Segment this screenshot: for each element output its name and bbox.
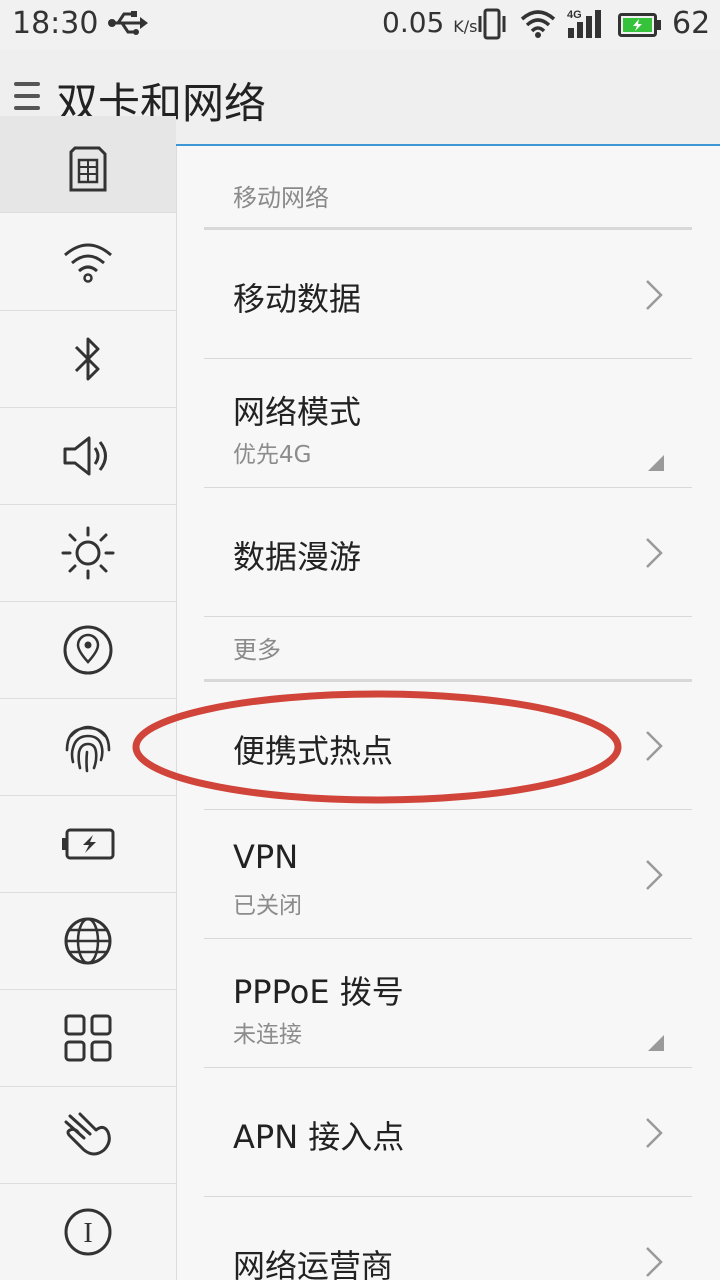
battery-icon (618, 13, 662, 41)
bluetooth-icon (74, 337, 100, 381)
setting-title: PPPoE 拨号 (233, 973, 404, 1011)
setting-subtitle: 已关闭 (233, 893, 302, 919)
sidebar-item-about[interactable]: I (0, 1184, 176, 1280)
menu-icon[interactable] (14, 80, 42, 116)
svg-text:4G: 4G (567, 9, 582, 21)
setting-title: 移动数据 (233, 280, 362, 318)
section-header-mobile-network: 移动网络 (204, 146, 692, 230)
sidebar-item-battery[interactable] (0, 796, 176, 893)
sidebar-item-fingerprint[interactable] (0, 699, 176, 796)
setting-subtitle: 未连接 (233, 1022, 302, 1048)
dropdown-corner-icon (648, 1035, 664, 1051)
sidebar-item-brightness[interactable] (0, 505, 176, 602)
setting-row-portable-hotspot[interactable]: 便携式热点 (204, 682, 692, 810)
sidebar-item-sound[interactable] (0, 408, 176, 505)
sidebar-item-bluetooth[interactable] (0, 311, 176, 408)
sidebar-item-location[interactable] (0, 602, 176, 699)
setting-row-vpn[interactable]: VPN 已关闭 (204, 810, 692, 939)
wifi-icon (64, 243, 112, 283)
setting-title: 网络模式 (233, 393, 362, 431)
signal-4g-icon: 4G (566, 6, 606, 44)
network-speed-unit: K/s (453, 17, 478, 36)
setting-row-pppoe[interactable]: PPPoE 拨号 未连接 (204, 939, 692, 1068)
settings-sidebar: I (0, 116, 177, 1280)
sidebar-item-language[interactable] (0, 893, 176, 990)
dropdown-corner-icon (648, 455, 664, 471)
status-time: 18:30 (12, 6, 99, 41)
setting-title: 数据漫游 (233, 538, 362, 576)
apps-icon (64, 1014, 112, 1062)
location-icon (63, 625, 113, 675)
battery-saver-icon (62, 828, 115, 860)
chevron-right-icon (646, 538, 663, 568)
sound-icon (63, 436, 107, 476)
setting-title: 便携式热点 (233, 732, 394, 770)
status-bar: 18:30 0.05 K/s 4G 62 (0, 0, 720, 50)
setting-row-apn[interactable]: APN 接入点 (204, 1068, 692, 1197)
about-icon: I (64, 1208, 112, 1256)
vibrate-icon (476, 8, 508, 44)
chevron-right-icon (646, 731, 663, 761)
setting-row-mobile-data[interactable]: 移动数据 (204, 230, 692, 359)
setting-title: APN 接入点 (233, 1118, 405, 1156)
setting-title: 网络运营商 (233, 1247, 394, 1280)
setting-row-carrier[interactable]: 网络运营商 (204, 1197, 692, 1280)
setting-subtitle: 优先4G (233, 442, 312, 468)
sidebar-item-sim[interactable] (0, 116, 176, 213)
fingerprint-icon (65, 725, 111, 773)
brightness-icon (61, 526, 115, 580)
setting-row-network-mode[interactable]: 网络模式 优先4G (204, 359, 692, 488)
settings-content: 移动网络 移动数据 网络模式 优先4G 数据漫游 更多 便携式热点 VPN 已关… (177, 146, 720, 1280)
section-header-label: 移动网络 (233, 184, 329, 212)
gesture-icon (64, 1112, 111, 1156)
section-header-more: 更多 (204, 598, 692, 682)
chevron-right-icon (646, 1247, 663, 1277)
chevron-right-icon (646, 280, 663, 310)
sidebar-item-gestures[interactable] (0, 1087, 176, 1184)
sidebar-item-wifi[interactable] (0, 214, 176, 311)
usb-icon (106, 8, 148, 42)
setting-title: VPN (233, 838, 299, 876)
sidebar-item-apps[interactable] (0, 990, 176, 1087)
battery-level: 62 (672, 6, 711, 41)
sim-icon (69, 146, 107, 192)
chevron-right-icon (646, 1118, 663, 1148)
section-header-label: 更多 (233, 636, 281, 664)
network-speed-value: 0.05 (382, 6, 445, 39)
wifi-icon (520, 9, 556, 43)
globe-icon (64, 917, 112, 965)
svg-text:I: I (83, 1218, 92, 1249)
chevron-right-icon (646, 860, 663, 890)
network-speed: 0.05 K/s (382, 6, 477, 39)
